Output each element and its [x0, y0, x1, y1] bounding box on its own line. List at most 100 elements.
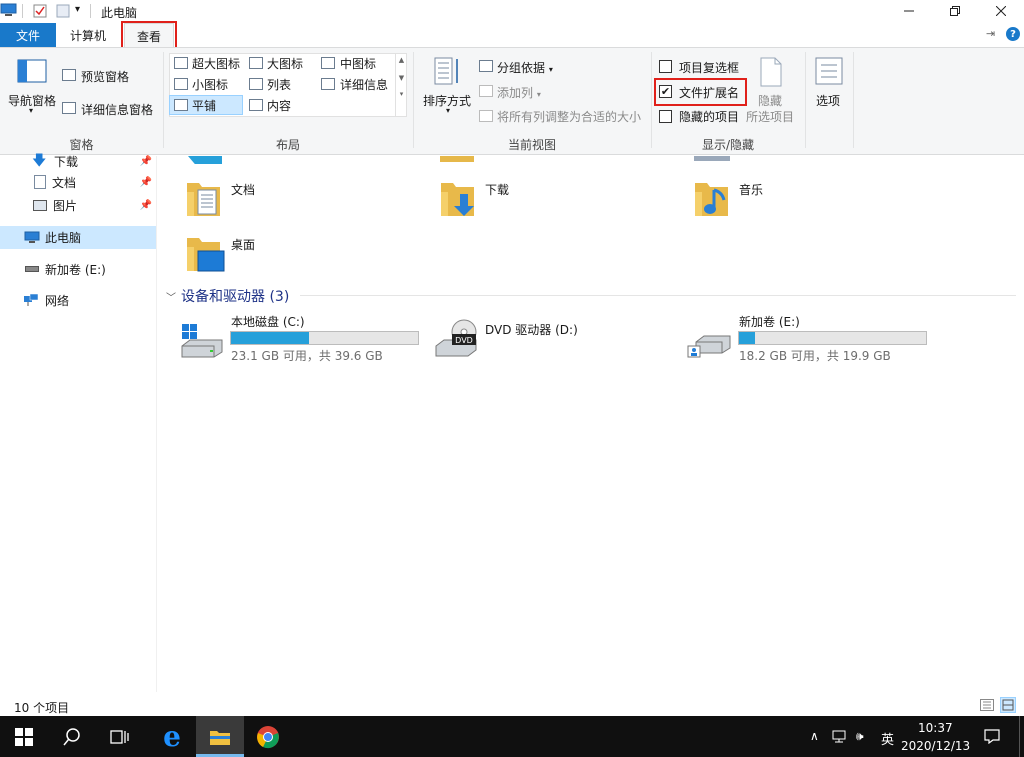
notification-center-icon[interactable] [984, 728, 1000, 745]
qa-customize-icon[interactable]: ▾ [75, 4, 80, 15]
downloads-folder-icon[interactable] [440, 178, 476, 216]
tab-computer[interactable]: 计算机 [56, 23, 120, 47]
documents-folder-icon[interactable] [186, 178, 222, 216]
hidden-items-label: 隐藏的项目 [679, 110, 740, 124]
show-hidden-icons-icon[interactable]: ∧ [810, 729, 819, 743]
properties-icon[interactable] [33, 4, 47, 18]
drive-usage-fill-c [231, 332, 309, 344]
folder-label-desktop[interactable]: 桌面 [231, 236, 255, 253]
hide-selected-icon [760, 57, 782, 87]
drive-usage-fill-e [739, 332, 755, 344]
network-tray-icon[interactable] [831, 730, 847, 743]
pin-icon[interactable]: 📌 [140, 177, 152, 188]
layout-medium-icons[interactable]: 中图标 [340, 55, 376, 72]
more-icon[interactable]: ▾ [396, 90, 407, 98]
hide-selected-button[interactable]: 隐藏 [758, 92, 782, 109]
pin-icon[interactable]: 📌 [140, 200, 152, 211]
layout-large-icons[interactable]: 大图标 [267, 55, 303, 72]
ime-indicator[interactable]: 英 [881, 729, 894, 748]
layout-gallery-scroll[interactable]: ▲ ▼ ▾ [395, 54, 407, 116]
hidden-items-checkbox[interactable] [659, 110, 672, 123]
nav-item-new-volume-e[interactable]: 新加卷 (E:) [0, 258, 156, 280]
task-view-icon [110, 729, 129, 744]
pin-icon[interactable]: 📌 [140, 156, 152, 167]
group-separator [651, 52, 652, 148]
scroll-up-icon[interactable]: ▲ [396, 56, 407, 64]
large-icons-icon [249, 57, 263, 69]
layout-list[interactable]: 列表 [267, 76, 291, 93]
drive-free-c: 23.1 GB 可用，共 39.6 GB [231, 349, 383, 363]
restore-button[interactable] [932, 0, 978, 22]
search-button[interactable] [48, 716, 96, 757]
folder-label-downloads[interactable]: 下载 [485, 181, 509, 198]
taskbar-edge[interactable]: e [148, 716, 196, 757]
drive-name-d[interactable]: DVD 驱动器 (D:) [485, 321, 578, 338]
folder-label-music[interactable]: 音乐 [739, 181, 763, 198]
clock-time[interactable]: 10:37 [918, 721, 953, 735]
drive-usage-bar-c [230, 331, 419, 345]
drive-name-c[interactable]: 本地磁盘 (C:) [231, 313, 305, 330]
details-pane-button[interactable]: 详细信息窗格 [81, 101, 153, 118]
show-desktop-button[interactable] [1019, 716, 1020, 757]
nav-item-label: 网络 [45, 293, 70, 308]
tiles-view-icon[interactable] [1000, 697, 1016, 713]
nav-item-pictures[interactable]: 图片 📌 [0, 194, 156, 216]
videos-folder-icon-partial[interactable] [440, 156, 474, 162]
pictures-folder-icon-partial[interactable] [188, 156, 222, 164]
group-separator [163, 52, 164, 148]
status-bar [0, 692, 1024, 716]
clock-date[interactable]: 2020/12/13 [901, 739, 970, 753]
group-by-button[interactable]: 分组依据 ▾ [497, 59, 553, 76]
options-button[interactable]: 选项 [816, 92, 840, 109]
size-all-columns-button[interactable]: 将所有列调整为合适的大小 [497, 108, 641, 125]
list-icon [249, 78, 263, 90]
chevron-down-icon[interactable]: ﹀ [166, 289, 176, 304]
desktop-folder-icon-partial[interactable] [694, 156, 730, 161]
preview-pane-button[interactable]: 预览窗格 [81, 68, 129, 85]
music-folder-icon[interactable] [694, 178, 730, 216]
drive-icon [25, 266, 39, 272]
nav-item-this-pc[interactable]: 此电脑 [0, 226, 156, 249]
drive-name-e[interactable]: 新加卷 (E:) [739, 313, 800, 330]
tab-file[interactable]: 文件 [0, 23, 56, 47]
group-separator [853, 52, 854, 148]
layout-tiles[interactable]: 平铺 [192, 97, 216, 114]
new-folder-icon[interactable] [56, 4, 70, 18]
nav-item-label: 下载 [54, 154, 79, 169]
dvd-drive-icon[interactable]: DVD [434, 318, 478, 358]
size-columns-icon [479, 110, 493, 122]
close-button[interactable] [978, 0, 1024, 22]
navigation-pane-icon[interactable] [17, 59, 47, 83]
task-view-button[interactable] [96, 716, 144, 757]
section-header-devices[interactable]: 设备和驱动器 (3) [181, 286, 289, 306]
this-pc-icon[interactable] [0, 3, 18, 17]
group-label-current-view: 当前视图 [507, 138, 556, 152]
layout-extra-large-icons[interactable]: 超大图标 [192, 55, 240, 72]
start-button[interactable] [0, 716, 48, 757]
add-columns-button[interactable]: 添加列 ▾ [497, 84, 541, 101]
document-icon [34, 175, 46, 189]
add-columns-label: 添加列 [497, 86, 534, 100]
preview-pane-icon [62, 69, 76, 81]
nav-item-network[interactable]: 网络 [0, 289, 156, 311]
desktop-folder-icon[interactable] [186, 233, 225, 272]
taskbar-chrome[interactable] [244, 716, 292, 757]
item-check-boxes-checkbox[interactable] [659, 60, 672, 73]
minimize-button[interactable] [886, 0, 932, 22]
layout-details[interactable]: 详细信息 [340, 76, 388, 93]
pictures-icon [33, 199, 47, 211]
windows-drive-icon[interactable] [180, 322, 224, 358]
scroll-down-icon[interactable]: ▼ [396, 74, 407, 82]
pin-ribbon-icon[interactable]: ⇥ [986, 27, 995, 40]
highlight-box-view-tab [121, 21, 177, 50]
taskbar-file-explorer[interactable] [196, 716, 244, 757]
nav-item-documents[interactable]: 文档 📌 [0, 171, 156, 193]
new-volume-drive-icon[interactable] [686, 322, 732, 358]
folder-label-documents[interactable]: 文档 [231, 181, 255, 198]
details-view-icon[interactable] [980, 699, 994, 711]
layout-small-icons[interactable]: 小图标 [192, 76, 228, 93]
help-icon[interactable]: ? [1006, 27, 1020, 41]
layout-content[interactable]: 内容 [267, 97, 291, 114]
volume-icon[interactable]: 🕪 [856, 729, 864, 744]
nav-item-downloads[interactable]: 🡇 下载 📌 [0, 150, 156, 172]
